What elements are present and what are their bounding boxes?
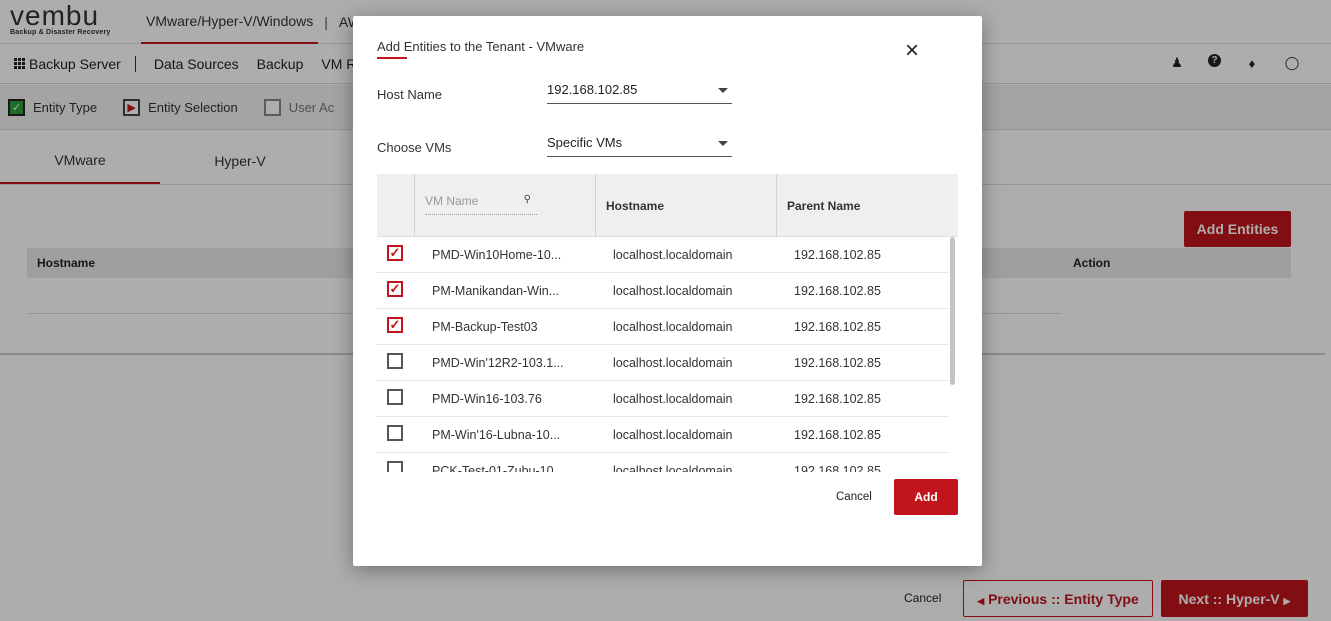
cancel-button[interactable]: Cancel xyxy=(836,491,872,503)
table-row[interactable]: ✓ PM-Backup-Test03 localhost.localdomain… xyxy=(377,309,949,345)
vm-parent: 192.168.102.85 xyxy=(794,320,881,334)
vm-hostname: localhost.localdomain xyxy=(613,320,733,334)
choose-vms-value: Specific VMs xyxy=(547,135,623,150)
vm-name: PM-Backup-Test03 xyxy=(432,320,538,334)
vm-parent: 192.168.102.85 xyxy=(794,392,881,406)
vm-hostname: localhost.localdomain xyxy=(613,464,733,472)
vm-name: PMD-Win'12R2-103.1... xyxy=(432,356,564,370)
col-parent-name: Parent Name xyxy=(787,199,861,213)
vm-hostname: localhost.localdomain xyxy=(613,392,733,406)
table-row[interactable]: PCK-Test-01-Zubu-10... localhost.localdo… xyxy=(377,453,949,472)
choose-vms-label: Choose VMs xyxy=(377,140,452,155)
row-checkbox[interactable]: ✓ xyxy=(387,317,403,333)
column-divider xyxy=(414,174,415,237)
vm-parent: 192.168.102.85 xyxy=(794,248,881,262)
table-row[interactable]: PMD-Win'12R2-103.1... localhost.localdom… xyxy=(377,345,949,381)
search-icon: ⚲ xyxy=(523,194,531,205)
row-checkbox[interactable]: ✓ xyxy=(387,245,403,261)
choose-vms-select[interactable]: Specific VMs xyxy=(547,133,732,157)
vm-parent: 192.168.102.85 xyxy=(794,428,881,442)
host-name-value: 192.168.102.85 xyxy=(547,82,638,97)
caret-down-icon xyxy=(718,88,728,93)
close-icon[interactable]: × xyxy=(901,39,923,63)
host-name-label: Host Name xyxy=(377,87,443,102)
vm-hostname: localhost.localdomain xyxy=(613,428,733,442)
row-checkbox[interactable] xyxy=(387,461,403,472)
vm-name: PM-Manikandan-Win... xyxy=(432,284,560,298)
table-row[interactable]: ✓ PMD-Win10Home-10... localhost.localdom… xyxy=(377,237,949,273)
vm-name-search[interactable]: VM Name ⚲ xyxy=(425,194,537,215)
add-entities-dialog: Add Entities to the Tenant - VMware × Ho… xyxy=(353,16,982,566)
vm-hostname: localhost.localdomain xyxy=(613,248,733,262)
row-checkbox[interactable] xyxy=(387,353,403,369)
dialog-title: Add Entities to the Tenant - VMware xyxy=(377,39,585,54)
row-checkbox[interactable] xyxy=(387,425,403,441)
column-divider xyxy=(595,174,596,237)
vm-parent: 192.168.102.85 xyxy=(794,356,881,370)
vm-name: PCK-Test-01-Zubu-10... xyxy=(432,464,564,472)
vm-name: PMD-Win16-103.76 xyxy=(432,392,542,406)
vm-name: PMD-Win10Home-10... xyxy=(432,248,562,262)
vm-table-scrollbar[interactable] xyxy=(950,237,955,385)
vm-parent: 192.168.102.85 xyxy=(794,284,881,298)
vm-name-placeholder: VM Name xyxy=(425,194,479,208)
table-row[interactable]: PMD-Win16-103.76 localhost.localdomain 1… xyxy=(377,381,949,417)
col-hostname: Hostname xyxy=(606,199,665,213)
vm-parent: 192.168.102.85 xyxy=(794,464,881,472)
vm-table: VM Name ⚲ Hostname Parent Name ✓ PMD-Win… xyxy=(377,174,958,472)
vm-hostname: localhost.localdomain xyxy=(613,356,733,370)
vm-hostname: localhost.localdomain xyxy=(613,284,733,298)
table-row[interactable]: ✓ PM-Manikandan-Win... localhost.localdo… xyxy=(377,273,949,309)
row-checkbox[interactable] xyxy=(387,389,403,405)
vm-table-header: VM Name ⚲ Hostname Parent Name xyxy=(377,174,958,237)
caret-down-icon xyxy=(718,141,728,146)
vm-name: PM-Win'16-Lubna-10... xyxy=(432,428,561,442)
table-row[interactable]: PM-Win'16-Lubna-10... localhost.localdom… xyxy=(377,417,949,453)
add-button[interactable]: Add xyxy=(894,479,958,515)
row-checkbox[interactable]: ✓ xyxy=(387,281,403,297)
host-name-select[interactable]: 192.168.102.85 xyxy=(547,80,732,104)
column-divider xyxy=(776,174,777,237)
title-accent xyxy=(377,57,407,59)
